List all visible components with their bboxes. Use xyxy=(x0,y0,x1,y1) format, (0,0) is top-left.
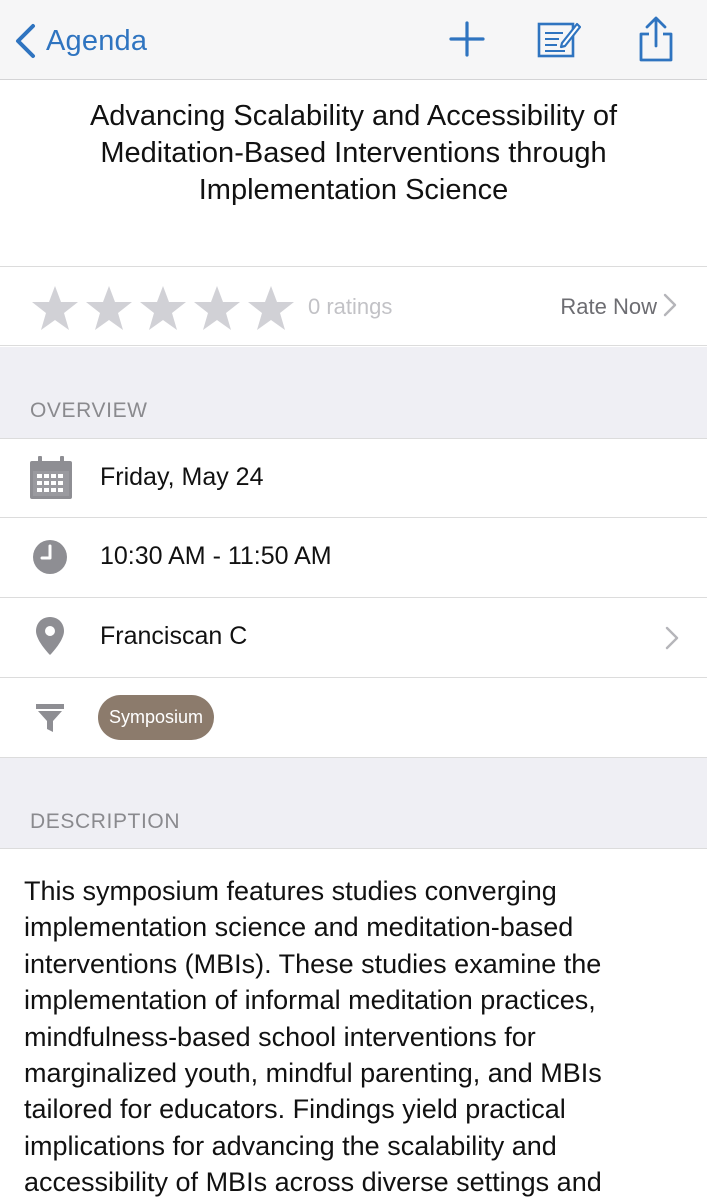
filter-icon xyxy=(28,694,74,740)
chevron-right-icon xyxy=(663,293,677,322)
notes-icon[interactable] xyxy=(535,16,581,62)
chevron-left-icon xyxy=(14,23,36,59)
plus-icon[interactable] xyxy=(444,16,490,62)
share-icon[interactable] xyxy=(633,16,679,62)
star-icon[interactable] xyxy=(192,285,245,331)
description-header-label: DESCRIPTION xyxy=(30,810,181,833)
star-icon[interactable] xyxy=(30,285,83,331)
track-tag[interactable]: Symposium xyxy=(98,695,215,740)
rate-now-button[interactable]: Rate Now xyxy=(560,290,677,324)
calendar-icon xyxy=(28,455,74,501)
overview-section-header: OVERVIEW xyxy=(0,347,707,438)
back-button[interactable]: Agenda xyxy=(14,18,147,64)
star-icon[interactable] xyxy=(138,285,191,331)
description-text: This symposium features studies convergi… xyxy=(24,876,602,1198)
session-title: Advancing Scalability and Accessibility … xyxy=(89,100,618,206)
description-block: This symposium features studies convergi… xyxy=(0,848,707,1200)
overview-header-label: OVERVIEW xyxy=(30,399,148,422)
rating-row: 0 ratings Rate Now xyxy=(0,268,707,346)
star-rating[interactable] xyxy=(30,285,300,331)
description-section-header: DESCRIPTION xyxy=(0,758,707,848)
navigation-bar: Agenda xyxy=(0,0,707,80)
session-location: Franciscan C xyxy=(100,622,248,650)
rate-now-label: Rate Now xyxy=(560,294,657,319)
chevron-right-icon xyxy=(665,626,679,655)
session-title-block: Advancing Scalability and Accessibility … xyxy=(0,80,707,267)
location-row[interactable]: Franciscan C xyxy=(0,598,707,678)
location-pin-icon xyxy=(28,614,74,660)
track-row: Symposium xyxy=(0,678,707,758)
date-row: Friday, May 24 xyxy=(0,438,707,518)
time-row: 10:30 AM - 11:50 AM xyxy=(0,518,707,598)
clock-icon xyxy=(28,534,74,580)
star-icon[interactable] xyxy=(246,285,299,331)
session-date: Friday, May 24 xyxy=(100,463,264,491)
back-button-label: Agenda xyxy=(46,24,148,57)
star-icon[interactable] xyxy=(84,285,137,331)
session-time: 10:30 AM - 11:50 AM xyxy=(100,542,332,570)
ratings-count: 0 ratings xyxy=(308,294,393,319)
